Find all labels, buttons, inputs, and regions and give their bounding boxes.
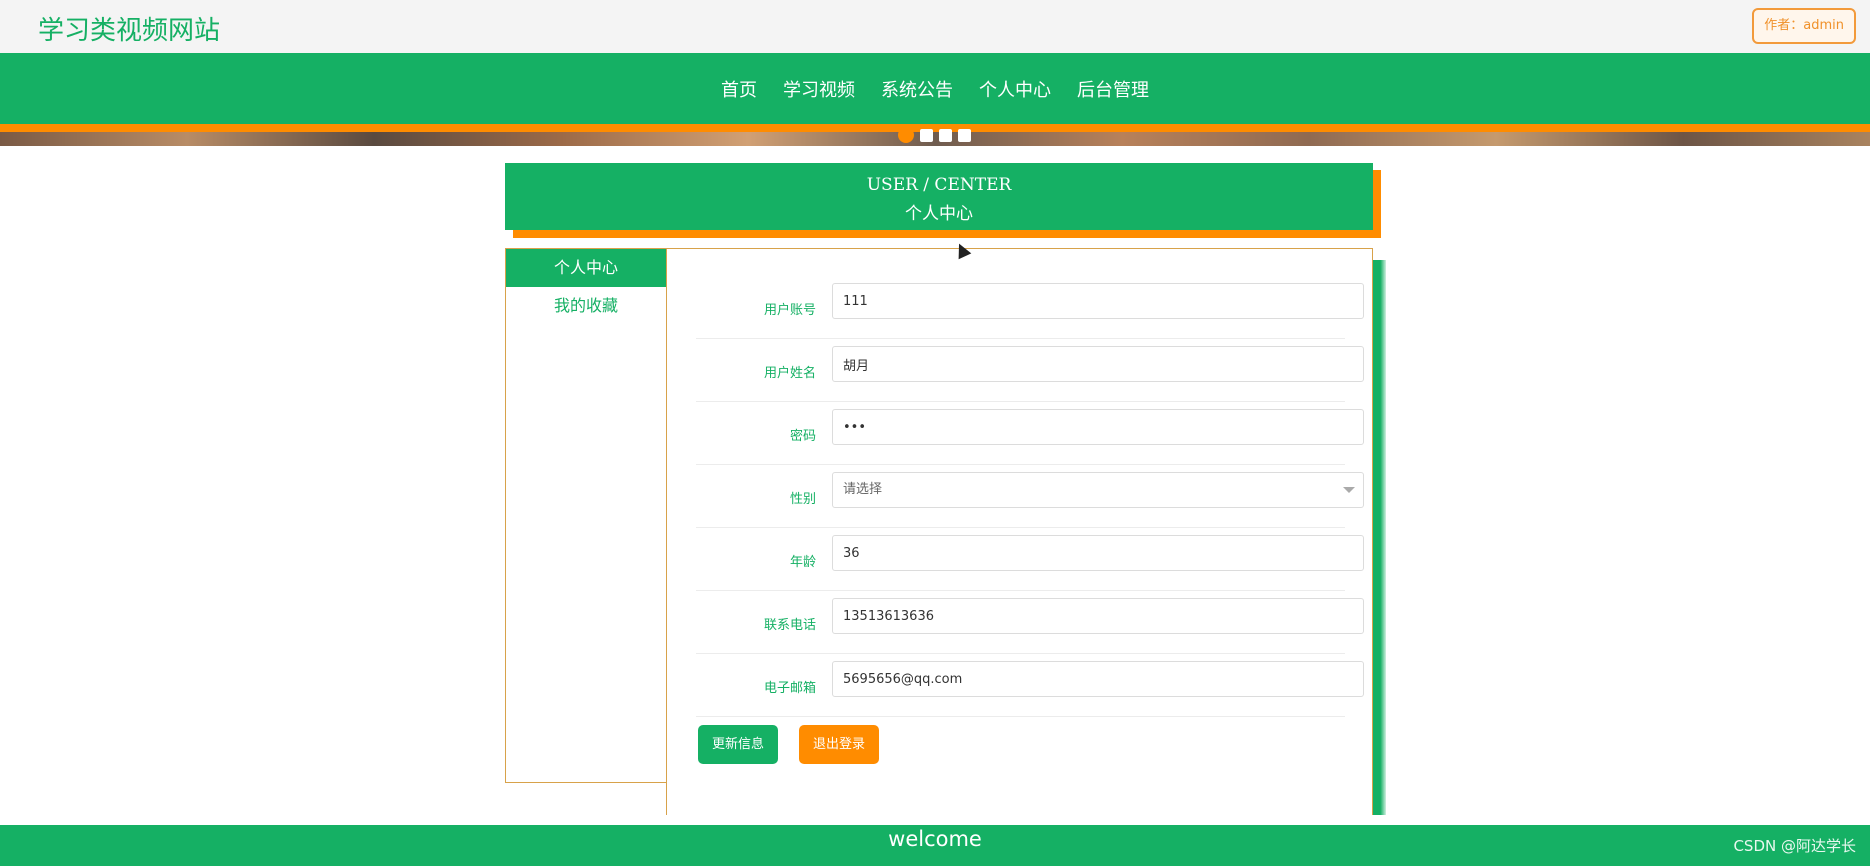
form-row-gender: 性别 请选择 <box>696 465 1364 528</box>
author-badge[interactable]: 作者：admin <box>1752 8 1856 44</box>
name-label: 用户姓名 <box>763 366 816 381</box>
email-input[interactable] <box>832 661 1364 697</box>
section-title-cn: 个人中心 <box>905 204 973 224</box>
sidebar-item-user-center[interactable]: 个人中心 <box>506 249 666 287</box>
watermark: CSDN @阿达学长 <box>1733 837 1856 855</box>
nav-item-videos[interactable]: 学习视频 <box>783 76 855 102</box>
carousel-dot-3[interactable] <box>939 128 952 142</box>
gender-label: 性别 <box>789 492 816 507</box>
phone-input[interactable] <box>832 598 1364 634</box>
chevron-down-icon <box>1343 487 1355 493</box>
form-row-password: 密码 <box>696 402 1364 465</box>
gender-select[interactable]: 请选择 <box>832 472 1364 508</box>
gender-select-value: 请选择 <box>843 482 883 497</box>
section-title-en: USER / CENTER <box>866 175 1012 195</box>
form-row-email: 电子邮箱 <box>696 654 1364 717</box>
form-row-account: 用户账号 <box>696 276 1364 339</box>
nav-item-home[interactable]: 首页 <box>721 76 757 102</box>
footer: welcome <box>0 825 1870 866</box>
carousel-dot-2[interactable] <box>920 128 933 142</box>
nav-item-user-center[interactable]: 个人中心 <box>979 76 1051 102</box>
name-input[interactable] <box>832 346 1364 382</box>
user-sidebar: 个人中心 我的收藏 <box>505 248 667 783</box>
age-input[interactable] <box>832 535 1364 571</box>
carousel-indicators <box>898 127 971 143</box>
carousel-dot-4[interactable] <box>958 128 971 142</box>
nav-item-announcements[interactable]: 系统公告 <box>881 76 953 102</box>
nav-item-admin[interactable]: 后台管理 <box>1077 76 1149 102</box>
account-label: 用户账号 <box>763 303 816 318</box>
password-label: 密码 <box>789 429 816 444</box>
form-row-phone: 联系电话 <box>696 591 1364 654</box>
footer-welcome: welcome <box>888 827 982 851</box>
form-row-name: 用户姓名 <box>696 339 1364 402</box>
update-info-button[interactable]: 更新信息 <box>698 725 778 764</box>
logout-button[interactable]: 退出登录 <box>799 725 879 764</box>
panel-shadow <box>1372 260 1386 815</box>
email-label: 电子邮箱 <box>763 681 816 696</box>
section-header: USER / CENTER 个人中心 <box>505 163 1373 230</box>
password-input[interactable] <box>832 409 1364 445</box>
site-title[interactable]: 学习类视频网站 <box>38 10 220 47</box>
main-nav: 首页 学习视频 系统公告 个人中心 后台管理 <box>0 53 1870 132</box>
account-input[interactable] <box>832 283 1364 319</box>
form-row-age: 年龄 <box>696 528 1364 591</box>
age-label: 年龄 <box>789 555 816 570</box>
carousel-dot-1[interactable] <box>898 127 914 143</box>
top-bar: 学习类视频网站 作者：admin <box>0 0 1870 54</box>
phone-label: 联系电话 <box>763 618 816 633</box>
sidebar-item-favorites[interactable]: 我的收藏 <box>506 287 666 325</box>
